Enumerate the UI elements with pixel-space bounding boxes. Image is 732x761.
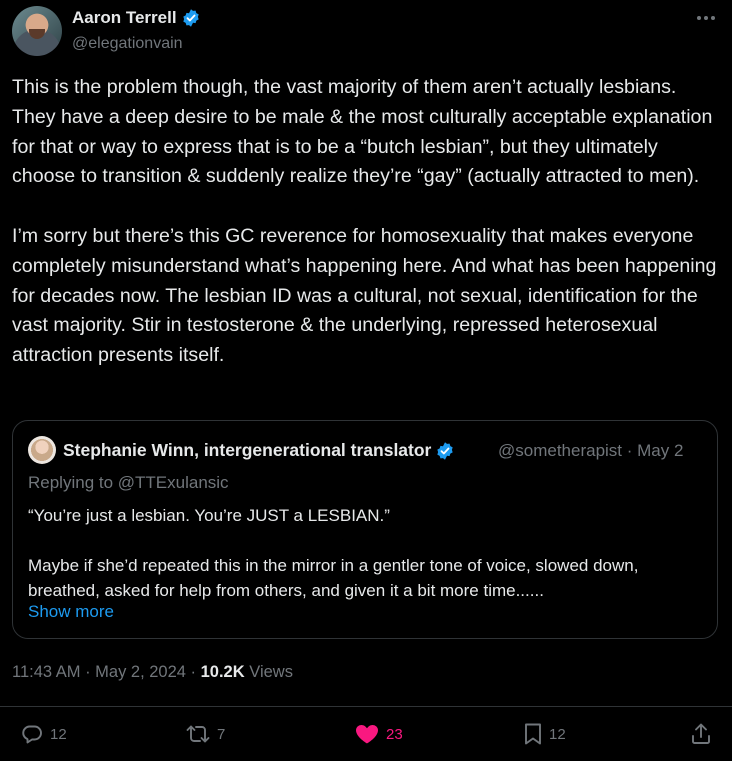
bookmark-icon [525, 723, 541, 745]
tweet-timestamp[interactable]: 11:43 AM · May 2, 2024 · [12, 663, 201, 681]
tweet-paragraph: This is the problem though, the vast maj… [12, 76, 713, 188]
repost-button[interactable]: 7 [185, 722, 225, 746]
heart-icon [356, 724, 378, 744]
repost-count: 7 [217, 725, 226, 743]
like-count: 23 [386, 725, 403, 743]
like-button[interactable]: 23 [354, 722, 403, 746]
author-name[interactable]: Aaron Terrell [72, 8, 201, 28]
reply-icon [22, 725, 42, 744]
quoted-tweet-text: “You’re just a lesbian. You’re JUST a LE… [28, 503, 708, 603]
quoted-replying-to: Replying to @TTExulansic [28, 473, 229, 492]
quoted-author-avatar [28, 436, 56, 464]
share-icon [692, 723, 710, 744]
views-label: Views [244, 663, 293, 681]
show-more-link[interactable]: Show more [28, 602, 114, 622]
author-name-text: Aaron Terrell [72, 8, 177, 27]
views-count: 10.2K [200, 663, 245, 681]
reply-button[interactable]: 12 [20, 722, 67, 746]
author-avatar[interactable] [12, 6, 62, 56]
quoted-author-handle-date: @sometherapist · May 2 [498, 441, 684, 460]
divider [0, 706, 732, 707]
quoted-author-name-text: Stephanie Winn, intergenerational transl… [63, 440, 432, 460]
tweet-paragraph: I’m sorry but there’s this GC reverence … [12, 224, 717, 367]
quoted-author-name: Stephanie Winn, intergenerational transl… [63, 440, 455, 461]
more-icon [697, 16, 715, 20]
bookmark-button[interactable]: 12 [523, 722, 566, 746]
bookmark-count: 12 [549, 725, 566, 743]
reply-count: 12 [50, 725, 67, 743]
quoted-paragraph: “You’re just a lesbian. You’re JUST a LE… [28, 506, 390, 525]
quoted-paragraph: Maybe if she’d repeated this in the mirr… [28, 556, 639, 600]
tweet-text: This is the problem though, the vast maj… [12, 73, 720, 371]
tweet-meta: 11:43 AM · May 2, 2024 · 10.2K Views [12, 663, 293, 682]
more-options-button[interactable] [694, 8, 718, 28]
author-handle[interactable]: @elegationvain [72, 35, 183, 53]
repost-icon [186, 725, 210, 743]
share-button[interactable] [690, 722, 712, 746]
verified-badge-icon [182, 9, 199, 27]
quoted-tweet[interactable]: Stephanie Winn, intergenerational transl… [12, 420, 718, 639]
verified-badge-icon [437, 441, 454, 460]
